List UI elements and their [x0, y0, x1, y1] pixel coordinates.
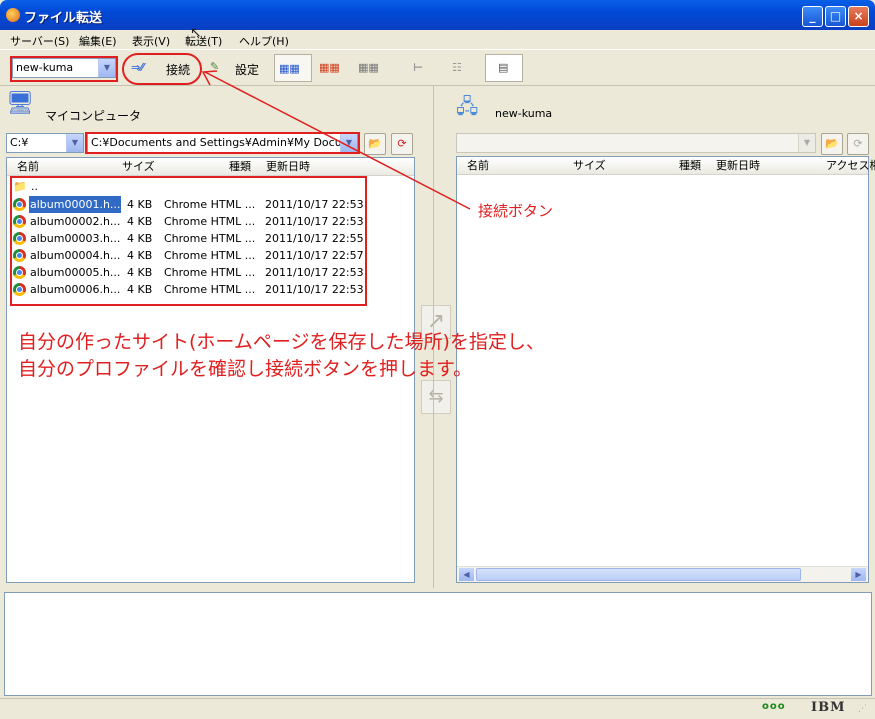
- connect-callout: 接続ボタン: [478, 202, 554, 220]
- instruction-line-1: 自分の作ったサイト(ホームページを保存した場所)を指定し、: [18, 331, 545, 353]
- instruction-line-2: 自分のプロファイルを確認し接続ボタンを押します。: [18, 358, 473, 380]
- mouse-cursor-icon: ↖: [190, 25, 202, 41]
